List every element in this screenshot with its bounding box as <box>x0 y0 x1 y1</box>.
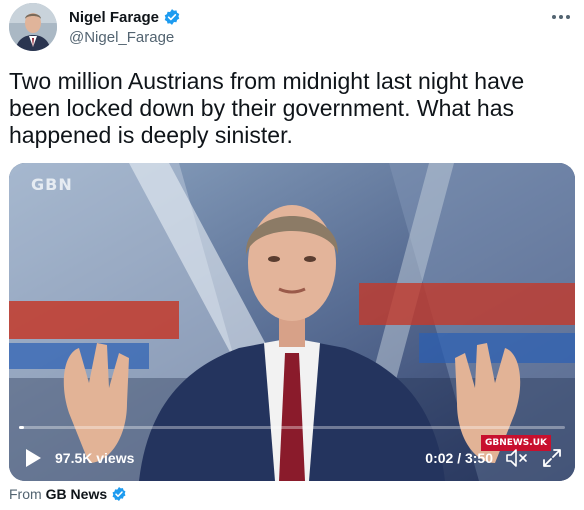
video-progress-fill <box>19 426 24 429</box>
source-name-link[interactable]: GB News <box>46 486 107 502</box>
author-display-name[interactable]: Nigel Farage <box>69 9 159 26</box>
video-timecode: 0:02 / 3:50 <box>425 450 493 466</box>
muted-speaker-icon <box>506 449 527 467</box>
fullscreen-button[interactable] <box>541 447 563 469</box>
play-icon <box>26 449 41 467</box>
media-source-line: From GB News <box>9 486 127 502</box>
tweet-header: Nigel Farage @Nigel_Farage <box>9 3 575 51</box>
source-prefix: From <box>9 486 42 502</box>
play-button[interactable] <box>23 447 43 469</box>
video-frame-image <box>9 163 575 481</box>
tweet-text: Two million Austrians from midnight last… <box>9 68 531 148</box>
more-options-icon <box>552 15 570 19</box>
verified-badge-icon <box>112 487 126 501</box>
video-progress-bar[interactable] <box>19 426 565 429</box>
video-player[interactable]: GBN GBNEWS.UK 97.5K views 0:02 / 3:50 <box>9 163 575 481</box>
video-controls: 97.5K views 0:02 / 3:50 <box>9 445 575 473</box>
person-avatar-icon <box>9 3 57 51</box>
author-handle[interactable]: @Nigel_Farage <box>69 29 174 46</box>
channel-watermark: GBN <box>31 175 73 194</box>
verified-badge-icon <box>164 9 180 25</box>
author-name-row: Nigel Farage <box>69 8 181 26</box>
avatar[interactable] <box>9 3 57 51</box>
mute-button[interactable] <box>505 447 529 469</box>
more-options-button[interactable] <box>549 5 573 29</box>
view-count: 97.5K views <box>55 450 135 466</box>
fullscreen-icon <box>543 449 561 467</box>
